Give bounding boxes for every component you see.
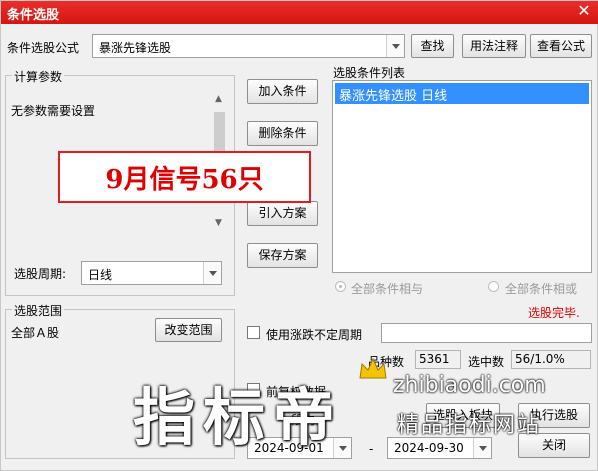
watermark-logo: 指标帝	[133, 381, 344, 454]
formula-label: 条件选股公式	[7, 41, 80, 55]
conditions-list-title: 选股条件列表	[333, 66, 406, 80]
formula-select[interactable]: 暴涨先锋选股	[92, 34, 405, 58]
close-icon[interactable]: ✕	[575, 2, 593, 20]
condition-stock-picker-window: 条件选股 ✕ 条件选股公式 暴涨先锋选股 查找 用法注释 查看公式 计算参数 无…	[0, 0, 598, 471]
varieties-value: 5361	[415, 350, 461, 369]
change-scope-button[interactable]: 改变范围	[155, 318, 222, 342]
watermark-subtitle: 精品指标网站	[397, 413, 542, 438]
or-label: 全部条件相或	[505, 282, 578, 296]
done-status: 选股完毕.	[528, 306, 580, 320]
watermark-url: zhibiaodi.com	[393, 373, 546, 398]
scope-value: 全部Ａ股	[11, 326, 60, 340]
title-bar[interactable]: 条件选股 ✕	[1, 1, 598, 24]
add-condition-button[interactable]: 加入条件	[247, 79, 318, 104]
selected-value: 56/1.0%	[511, 350, 591, 369]
scroll-up-icon[interactable]: ▲	[215, 94, 222, 104]
calendar-dropdown-icon[interactable]	[473, 438, 491, 458]
and-label: 全部条件相与	[351, 282, 424, 296]
scroll-down-icon[interactable]: ▼	[215, 218, 222, 228]
scope-group-title: 选股范围	[12, 302, 65, 319]
period-value: 日线	[88, 268, 113, 282]
signal-annotation-box: 9月信号56只	[58, 151, 311, 203]
conditions-list[interactable]: 暴涨先锋选股 日线	[332, 80, 592, 273]
indefinite-period-input[interactable]	[381, 323, 592, 343]
list-item[interactable]: 暴涨先锋选股 日线	[335, 83, 589, 104]
selected-label: 选中数	[468, 355, 505, 369]
or-radio[interactable]	[488, 281, 499, 292]
find-button[interactable]: 查找	[411, 34, 454, 58]
period-select[interactable]: 日线	[81, 261, 222, 285]
end-date-value: 2024-09-30	[394, 441, 464, 455]
params-message: 无参数需要设置	[11, 104, 96, 118]
date-separator: -	[369, 442, 374, 456]
crown-icon	[359, 357, 387, 379]
import-scheme-button[interactable]: 引入方案	[247, 201, 318, 226]
save-scheme-button[interactable]: 保存方案	[247, 243, 318, 268]
window-title: 条件选股	[7, 8, 60, 23]
signal-annotation-text: 9月信号56只	[105, 165, 264, 195]
end-date-picker[interactable]: 2024-09-30	[387, 437, 492, 459]
and-radio[interactable]	[335, 281, 346, 292]
usage-notes-button[interactable]: 用法注释	[462, 34, 526, 58]
indefinite-period-label: 使用涨跌不定周期	[266, 328, 363, 342]
indefinite-period-checkbox[interactable]	[247, 326, 260, 339]
formula-value: 暴涨先锋选股	[99, 41, 172, 55]
delete-condition-button[interactable]: 删除条件	[247, 121, 318, 146]
period-label: 选股周期:	[14, 267, 67, 281]
params-group-title: 计算参数	[12, 68, 65, 85]
chevron-down-icon[interactable]	[386, 35, 404, 57]
view-formula-button[interactable]: 查看公式	[530, 34, 592, 58]
chevron-down-icon[interactable]	[203, 262, 221, 284]
